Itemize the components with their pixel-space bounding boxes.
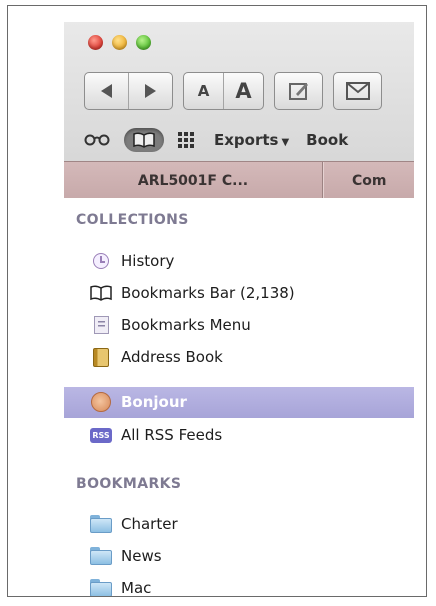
sidebar-item-label: Mac	[121, 579, 152, 597]
sidebar-item-label: Charter	[121, 515, 178, 533]
rss-badge: RSS	[90, 427, 112, 443]
tab-com[interactable]: Com	[332, 162, 414, 199]
forward-button[interactable]	[128, 73, 172, 109]
text-size-group: A A	[183, 72, 264, 110]
edit-pencil-icon	[275, 73, 322, 109]
sidebar-item-history[interactable]: History	[90, 248, 174, 274]
window-chrome: A A Exports ▼ Book ARL5001F C... Com	[64, 22, 414, 200]
sidebar-item-label: Bookmarks Bar (2,138)	[121, 284, 295, 302]
history-clock-icon	[90, 251, 112, 271]
close-window-button[interactable]	[88, 35, 103, 50]
sidebar-item-bookmarks-bar[interactable]: Bookmarks Bar (2,138)	[90, 280, 295, 306]
bookmarks-sidebar: COLLECTIONS History Bookmarks Bar (2,138…	[64, 198, 414, 596]
open-book-icon	[124, 128, 164, 152]
back-button[interactable]	[85, 73, 128, 109]
tab-bar: ARL5001F C... Com	[64, 161, 414, 200]
minimize-window-button[interactable]	[112, 35, 127, 50]
folder-icon	[90, 546, 112, 566]
forward-arrow-icon	[145, 84, 156, 98]
sidebar-item-label: All RSS Feeds	[121, 426, 223, 444]
sidebar-item-label: Address Book	[121, 348, 223, 366]
top-sites-grid-icon[interactable]	[178, 132, 194, 148]
sidebar-item-label: Bonjour	[121, 393, 187, 411]
toolbar: A A	[84, 72, 382, 110]
bookmarks-link[interactable]: Book	[306, 131, 348, 149]
sidebar-item-label: News	[121, 547, 162, 565]
tab-divider	[322, 162, 323, 199]
sidebar-item-news[interactable]: News	[90, 543, 162, 569]
text-larger-button[interactable]: A	[223, 73, 263, 109]
back-forward-group	[84, 72, 173, 110]
tab-arl5001f[interactable]: ARL5001F C...	[64, 162, 322, 199]
bookmarks-menu-icon	[90, 315, 112, 335]
sidebar-item-mac[interactable]: Mac	[90, 575, 152, 597]
zoom-window-button[interactable]	[136, 35, 151, 50]
rss-icon: RSS	[90, 425, 112, 445]
sidebar-item-label: History	[121, 252, 175, 270]
address-book-icon	[90, 347, 112, 367]
sidebar-item-all-rss-feeds[interactable]: RSS All RSS Feeds	[90, 422, 222, 448]
screenshot-frame: A A Exports ▼ Book ARL5001F C... Com COL…	[7, 5, 427, 597]
text-smaller-button[interactable]: A	[184, 73, 223, 109]
back-arrow-icon	[101, 84, 112, 98]
mail-button[interactable]	[333, 72, 382, 110]
bookmarks-header: BOOKMARKS	[76, 476, 182, 492]
edit-button[interactable]	[274, 72, 323, 110]
exports-bookmark-folder[interactable]: Exports ▼	[214, 131, 289, 149]
sidebar-item-bonjour[interactable]: Bonjour	[90, 389, 187, 415]
safari-window: A A Exports ▼ Book ARL5001F C... Com COL…	[64, 22, 414, 596]
bookmarks-bar: Exports ▼ Book	[84, 127, 348, 153]
folder-icon	[90, 578, 112, 596]
bonjour-icon	[90, 392, 112, 412]
exports-label: Exports	[214, 131, 279, 149]
chevron-down-icon: ▼	[281, 137, 290, 148]
sidebar-item-bookmarks-menu[interactable]: Bookmarks Menu	[90, 312, 251, 338]
open-book-icon	[90, 283, 112, 303]
show-bookmarks-button[interactable]	[124, 128, 164, 152]
collections-header: COLLECTIONS	[76, 212, 189, 228]
sidebar-item-label: Bookmarks Menu	[121, 316, 251, 334]
sidebar-item-address-book[interactable]: Address Book	[90, 344, 223, 370]
traffic-lights	[88, 35, 151, 50]
sidebar-item-charter[interactable]: Charter	[90, 511, 178, 537]
envelope-icon	[334, 73, 381, 109]
folder-icon	[90, 514, 112, 534]
reading-list-glasses-icon[interactable]	[84, 134, 110, 146]
